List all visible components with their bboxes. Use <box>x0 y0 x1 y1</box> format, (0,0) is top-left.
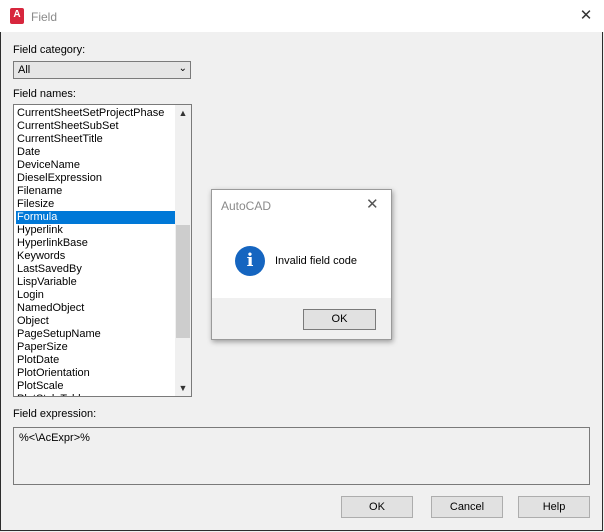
list-item[interactable]: Hyperlink <box>16 224 175 237</box>
chevron-down-icon: ⌄ <box>178 63 187 74</box>
help-button[interactable]: Help <box>518 496 590 518</box>
field-expression-box: %<\AcExpr>% <box>13 427 590 485</box>
list-item[interactable]: Keywords <box>16 250 175 263</box>
list-item[interactable]: CurrentSheetTitle <box>16 133 175 146</box>
message-text: Invalid field code <box>275 255 357 267</box>
list-item[interactable]: PageSetupName <box>16 328 175 341</box>
field-category-dropdown[interactable]: All ⌄ <box>13 61 191 79</box>
message-box-title: AutoCAD <box>221 199 272 213</box>
list-item[interactable]: NamedObject <box>16 302 175 315</box>
list-item[interactable]: PlotStyleTable <box>16 393 175 396</box>
window-title: Field <box>31 10 58 24</box>
message-box-ok-button[interactable]: OK <box>303 309 376 330</box>
list-item[interactable]: PlotDate <box>16 354 175 367</box>
scrollbar-thumb[interactable] <box>176 225 190 338</box>
field-names-list[interactable]: CurrentSheetSetProjectPhase CurrentSheetS… <box>13 104 192 397</box>
autocad-app-icon: A <box>10 8 24 24</box>
field-category-label: Field category: <box>13 44 86 56</box>
field-expression-value: %<\AcExpr>% <box>19 432 90 444</box>
list-item[interactable]: CurrentSheetSubSet <box>16 120 175 133</box>
information-icon: i <box>235 246 265 276</box>
list-item[interactable]: PlotOrientation <box>16 367 175 380</box>
field-category-value: All <box>18 64 31 76</box>
cancel-button[interactable]: Cancel <box>431 496 503 518</box>
list-item[interactable]: LastSavedBy <box>16 263 175 276</box>
list-item[interactable]: Filesize <box>16 198 175 211</box>
close-icon[interactable]: ✕ <box>575 6 597 26</box>
scroll-up-icon[interactable]: ▲ <box>175 105 191 121</box>
list-item[interactable]: Object <box>16 315 175 328</box>
error-message-box: AutoCAD ✕ i Invalid field code OK <box>211 189 392 340</box>
scroll-down-icon[interactable]: ▼ <box>175 380 191 396</box>
list-item[interactable]: HyperlinkBase <box>16 237 175 250</box>
list-item[interactable]: LispVariable <box>16 276 175 289</box>
vertical-scrollbar[interactable]: ▲ ▼ <box>175 105 191 396</box>
message-box-close-icon[interactable]: ✕ <box>366 195 379 213</box>
field-expression-label: Field expression: <box>13 408 97 420</box>
list-item[interactable]: Filename <box>16 185 175 198</box>
list-item[interactable]: DeviceName <box>16 159 175 172</box>
list-item[interactable]: DieselExpression <box>16 172 175 185</box>
list-item[interactable]: Date <box>16 146 175 159</box>
list-item[interactable]: Login <box>16 289 175 302</box>
title-bar: A Field ✕ <box>0 0 604 32</box>
list-item[interactable]: Formula <box>16 211 175 224</box>
field-names-label: Field names: <box>13 88 76 100</box>
ok-button[interactable]: OK <box>341 496 413 518</box>
list-item[interactable]: PlotScale <box>16 380 175 393</box>
list-item[interactable]: PaperSize <box>16 341 175 354</box>
list-item[interactable]: CurrentSheetSetProjectPhase <box>16 107 175 120</box>
